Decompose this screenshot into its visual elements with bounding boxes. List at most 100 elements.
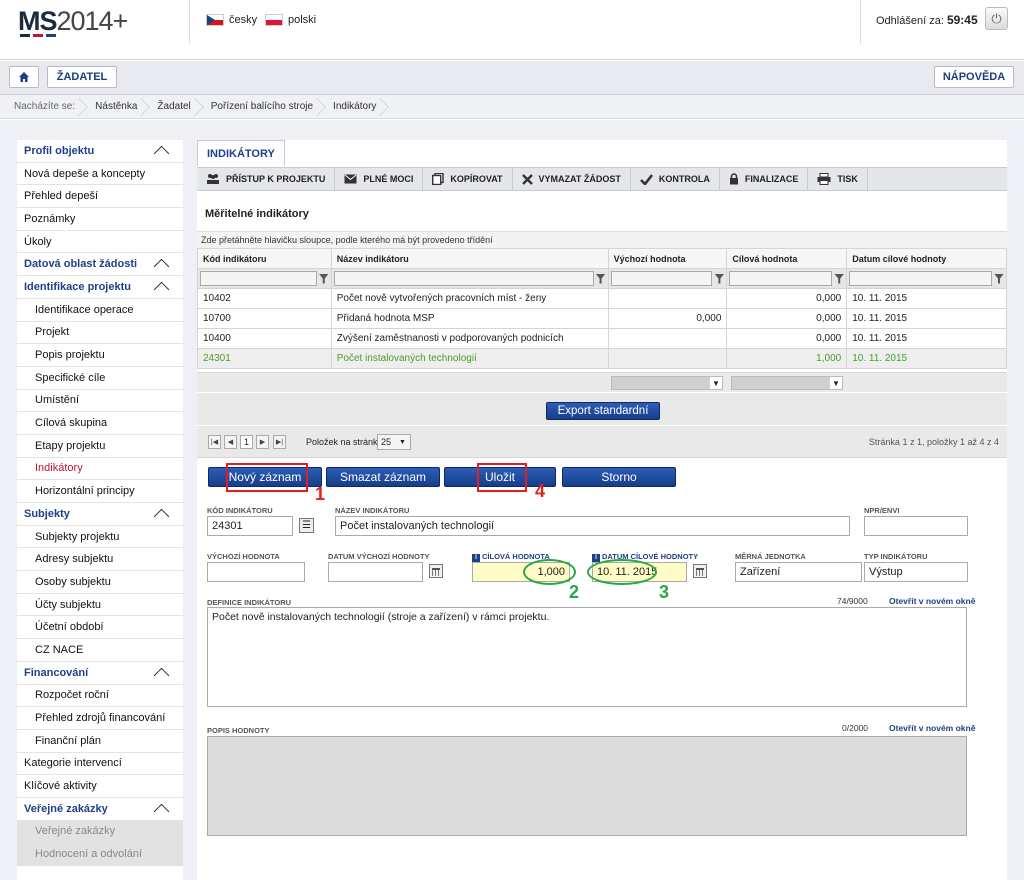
filter-input[interactable] [729,271,833,286]
sidebar-item[interactable]: Specifické cíle [17,367,183,390]
col-header-code[interactable]: Kód indikátoru [197,248,332,269]
export-button[interactable]: Export standardní [546,402,660,420]
list-icon[interactable]: ☰ [299,518,314,533]
table-row[interactable]: 10400 Zvýšení zaměstnanosti v podporovan… [197,328,1007,349]
finalize-button[interactable]: FINALIZACE [720,168,809,190]
tab-indikatory[interactable]: INDIKÁTORY [197,140,285,166]
breadcrumb-item[interactable]: Žadatel [147,95,200,119]
sidebar-item[interactable]: CZ NACE [17,639,183,662]
sidebar-item[interactable]: Umístění [17,390,183,413]
sidebar-item[interactable]: Přehled depeší [17,185,183,209]
breadcrumb-item[interactable]: Nástěnka [85,95,147,119]
chevron-up-icon[interactable] [153,281,170,298]
start-value-field[interactable] [207,562,305,582]
print-button[interactable]: TISK [808,168,868,190]
power-icon[interactable]: ⏻ [985,7,1008,30]
sidebar-section[interactable]: Veřejné zakázky [17,798,183,821]
filter-input[interactable] [610,271,713,286]
open-new-window-link[interactable]: Otevřít v novém okně [889,723,975,733]
sidebar-item[interactable]: Poznámky [17,208,183,231]
page-current[interactable]: 1 [240,435,253,449]
help-button[interactable]: NÁPOVĚDA [934,66,1014,88]
sidebar-item[interactable]: Indikátory [17,458,183,481]
access-project-button[interactable]: PŘÍSTUP K PROJEKTU [197,168,336,190]
first-page-icon[interactable]: |◀ [208,435,221,449]
copy-button[interactable]: KOPÍROVAT [423,168,513,190]
open-new-window-link[interactable]: Otevřít v novém okně [889,596,975,606]
lang-cz-link[interactable]: česky [206,14,257,26]
col-header-target[interactable]: Cílová hodnota [726,248,848,269]
filter-icon[interactable] [834,273,845,284]
chevron-up-icon[interactable] [153,667,170,684]
last-page-icon[interactable]: ▶| [273,435,286,449]
filter-icon[interactable] [714,273,725,284]
sidebar-item[interactable]: Projekt [17,322,183,345]
sidebar-item[interactable]: Veřejné zakázky [17,820,183,844]
delete-record-button[interactable]: Smazat záznam [326,467,440,487]
lang-pl-link[interactable]: polski [265,14,316,26]
breadcrumb-item[interactable]: Pořízení balícího stroje [201,95,323,119]
aggregate-dropdown[interactable]: ▼ [731,376,843,390]
sidebar-item[interactable]: Etapy projektu [17,435,183,458]
table-row[interactable]: 10700 Přidaná hodnota MSP 0,000 0,000 10… [197,308,1007,329]
sidebar-item[interactable]: Úkoly [17,231,183,254]
npr-field[interactable] [864,516,968,536]
col-header-date[interactable]: Datum cílové hodnoty [846,248,1007,269]
filter-input[interactable] [333,271,594,286]
sidebar-item[interactable]: Osoby subjektu [17,571,183,594]
filter-icon[interactable] [318,273,329,284]
sidebar-section[interactable]: Financování [17,662,183,685]
name-field[interactable]: Počet instalovaných technologií [335,516,850,536]
table-row-selected[interactable]: 24301 Počet instalovaných technologií 1,… [197,348,1007,369]
home-button[interactable] [9,66,39,88]
sidebar-item[interactable]: Hodnocení a odvolání [17,843,183,866]
sidebar-item[interactable]: Finanční plán [17,730,183,753]
calendar-icon[interactable] [693,564,707,578]
indicator-type-field[interactable]: Výstup [864,562,968,582]
cancel-button[interactable]: Storno [562,467,676,487]
chevron-up-icon[interactable] [153,508,170,525]
table-row[interactable]: 10402 Počet nově vytvořených pracovních … [197,288,1007,309]
filter-icon[interactable] [994,273,1004,284]
definition-textarea[interactable]: Počet nově instalovaných technologií (st… [207,607,967,707]
sidebar-section[interactable]: Profil objektu [17,140,183,163]
sidebar-section[interactable]: Datová oblast žádosti [17,253,183,277]
start-date-field[interactable] [328,562,423,582]
sidebar-item[interactable]: Klíčové aktivity [17,775,183,798]
filter-input[interactable] [849,271,992,286]
col-header-name[interactable]: Název indikátoru [330,248,609,269]
desc-textarea[interactable] [207,736,967,836]
sidebar-item[interactable]: Popis projektu [17,344,183,367]
sidebar-item[interactable]: Cílová skupina [17,412,183,435]
applicant-button[interactable]: ŽADATEL [47,66,117,88]
sidebar-section[interactable]: Identifikace projektu [17,276,183,299]
unit-field[interactable]: Zařízení [735,562,862,582]
sidebar-item[interactable]: Nová depeše a koncepty [17,163,183,186]
sidebar-item[interactable]: Horizontální principy [17,480,183,503]
filter-input[interactable] [200,271,317,286]
prev-page-icon[interactable]: ◀ [224,435,237,449]
sidebar-item[interactable]: Identifikace operace [17,299,183,322]
sidebar-item[interactable]: Kategorie intervencí [17,753,183,776]
chevron-up-icon[interactable] [153,145,170,162]
sidebar-item[interactable]: Účetní období [17,616,183,640]
code-field[interactable]: 24301 [207,516,293,536]
sidebar-section[interactable]: Subjekty [17,503,183,526]
aggregate-dropdown[interactable]: ▼ [611,376,723,390]
delete-application-button[interactable]: VYMAZAT ŽÁDOST [513,168,631,190]
calendar-icon[interactable] [429,564,443,578]
breadcrumb-item[interactable]: Indikátory [323,95,386,119]
col-header-start[interactable]: Výchozí hodnota [607,248,728,269]
sidebar-item[interactable]: Adresy subjektu [17,548,183,572]
sidebar-item[interactable]: Rozpočet roční [17,685,183,708]
page-size-select[interactable]: 25 ▼ [377,434,411,450]
power-of-attorney-button[interactable]: PLNÉ MOCI [335,168,424,190]
sidebar-item[interactable]: Subjekty projektu [17,526,183,549]
sidebar-item[interactable]: Přehled zdrojů financování [17,707,183,730]
check-button[interactable]: KONTROLA [631,168,720,190]
next-page-icon[interactable]: ▶ [256,435,269,449]
chevron-up-icon[interactable] [153,803,170,820]
sidebar-item[interactable]: Účty subjektu [17,594,183,617]
chevron-up-icon[interactable] [153,259,170,275]
filter-icon[interactable] [595,273,606,284]
